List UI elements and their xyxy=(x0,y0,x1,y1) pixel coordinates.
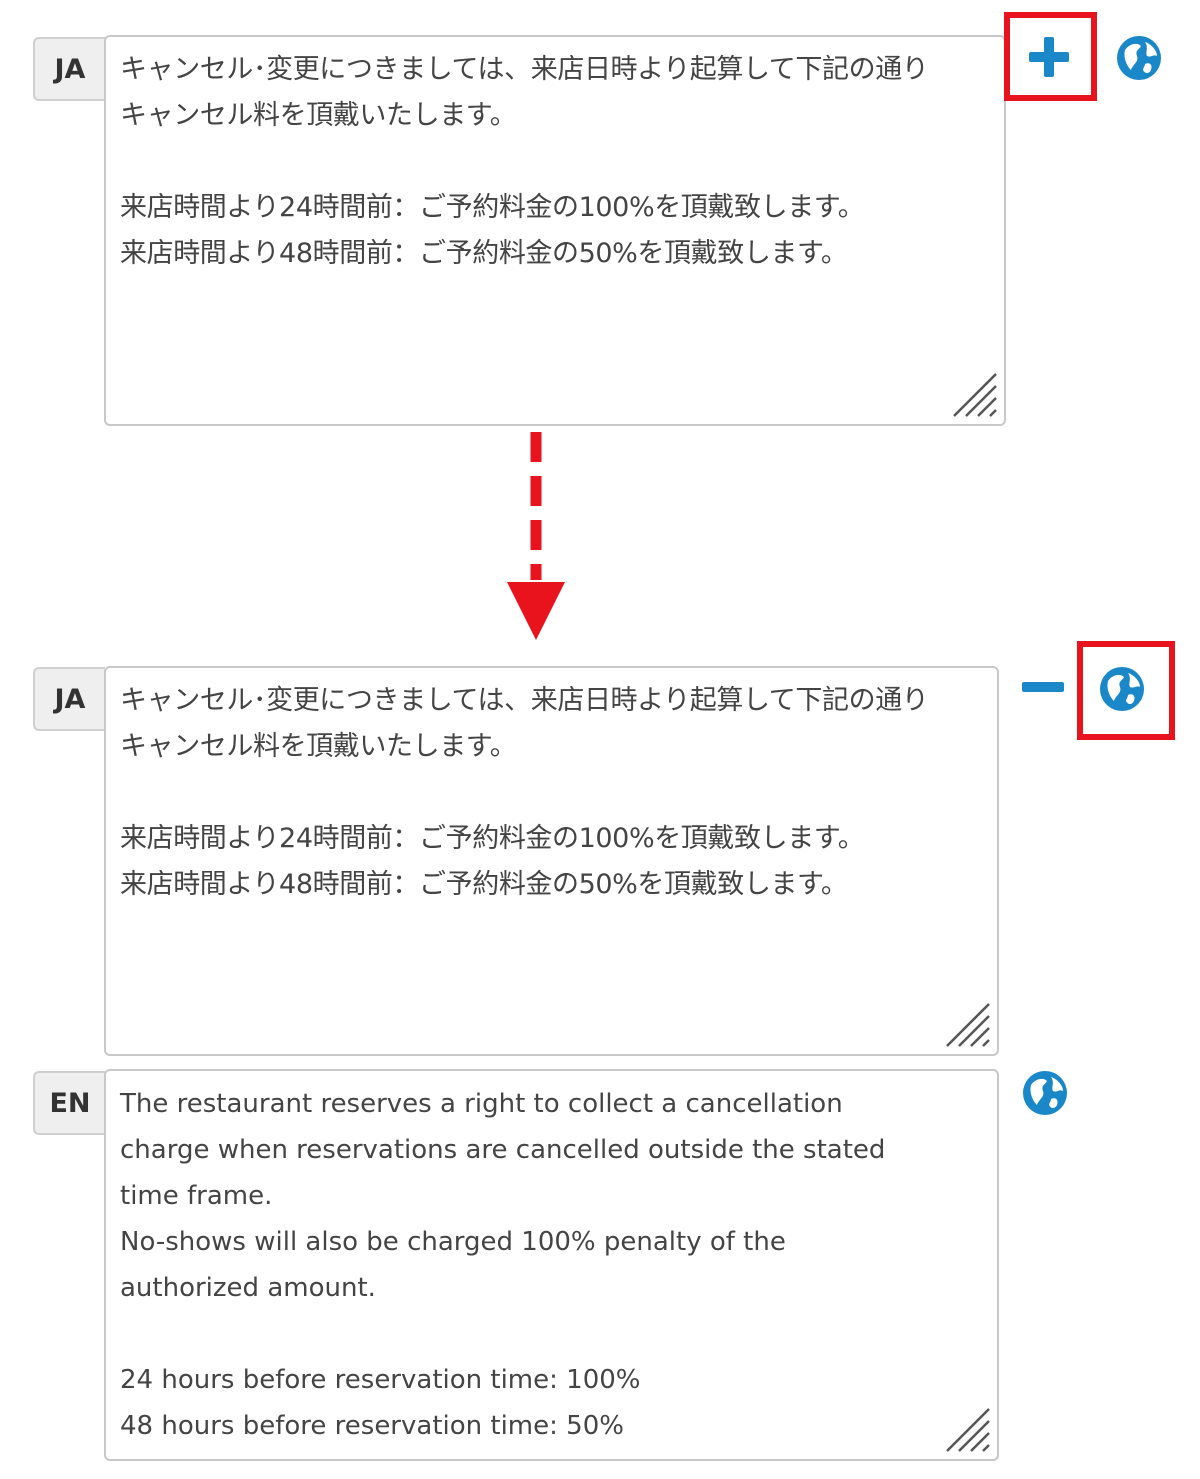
language-tag-ja: JA xyxy=(33,667,105,731)
language-tag-label: JA xyxy=(54,683,86,715)
language-tag-label: JA xyxy=(54,53,86,85)
translation-textarea-ja[interactable]: キャンセル･変更につきましては、来店日時より起算して下記の通り キャンセル料を頂… xyxy=(104,35,1006,426)
resize-grip-icon[interactable] xyxy=(943,1405,993,1455)
minus-icon xyxy=(1022,682,1064,692)
globe-icon xyxy=(1117,36,1161,80)
translate-button[interactable] xyxy=(1020,1068,1070,1118)
textarea-content: キャンセル･変更につきましては、来店日時より起算して下記の通り キャンセル料を頂… xyxy=(120,54,929,269)
textarea-content: The restaurant reserves a right to colle… xyxy=(120,1089,886,1441)
textarea-content: キャンセル･変更につきましては、来店日時より起算して下記の通り キャンセル料を頂… xyxy=(120,685,929,900)
language-tag-label: EN xyxy=(49,1087,91,1119)
language-tag-ja: JA xyxy=(33,37,105,101)
language-tag-en: EN xyxy=(33,1071,105,1135)
resize-grip-icon[interactable] xyxy=(950,370,1000,420)
translation-textarea-ja[interactable]: キャンセル･変更につきましては、来店日時より起算して下記の通り キャンセル料を頂… xyxy=(104,666,999,1056)
remove-translation-button[interactable] xyxy=(1020,670,1066,704)
down-arrow-icon xyxy=(507,432,565,640)
globe-icon xyxy=(1023,1071,1067,1115)
translation-textarea-en[interactable]: The restaurant reserves a right to colle… xyxy=(104,1069,999,1461)
translate-button[interactable] xyxy=(1114,33,1164,83)
resize-grip-icon[interactable] xyxy=(943,1000,993,1050)
highlight-box xyxy=(1004,12,1097,101)
highlight-box xyxy=(1077,641,1175,740)
